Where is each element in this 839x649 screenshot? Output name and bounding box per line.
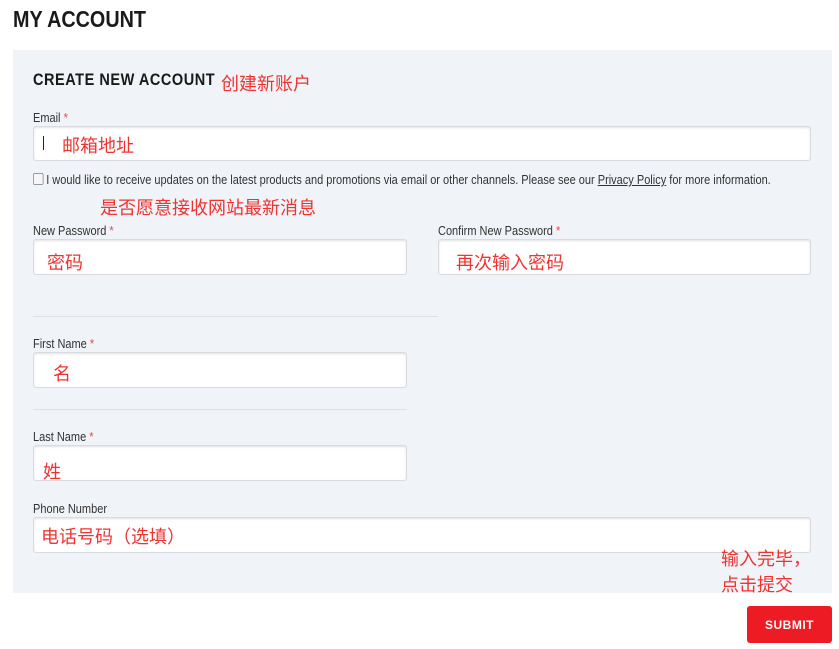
email-label-text: Email [33, 111, 61, 125]
divider [33, 409, 407, 410]
required-mark: * [89, 430, 94, 444]
divider [33, 316, 438, 317]
new-password-annotation: 密码 [47, 253, 83, 274]
new-password-label-text: New Password [33, 224, 107, 238]
required-mark: * [89, 337, 95, 351]
first-name-input[interactable]: 名 [33, 352, 407, 388]
required-mark: * [63, 111, 68, 125]
consent-text-before: I would like to receive updates on the l… [46, 173, 598, 187]
submit-annotation-line1: 输入完毕， [721, 549, 811, 570]
email-input[interactable]: 邮箱地址 [33, 126, 811, 161]
phone-label: Phone Number [33, 502, 107, 516]
consent-text-after: for more information. [666, 173, 771, 187]
text-cursor [43, 136, 44, 150]
confirm-password-annotation: 再次输入密码 [456, 253, 564, 274]
last-name-label-text: Last Name [33, 430, 87, 444]
privacy-policy-link[interactable]: Privacy Policy [598, 173, 666, 187]
newsletter-consent: I would like to receive updates on the l… [33, 173, 793, 188]
new-password-label: New Password * [33, 224, 114, 238]
first-name-annotation: 名 [53, 364, 71, 385]
phone-input[interactable]: 电话号码（选填） [33, 517, 811, 553]
new-password-input[interactable]: 密码 [33, 239, 407, 275]
submit-button[interactable]: SUBMIT [747, 606, 832, 643]
last-name-annotation: 姓 [43, 462, 61, 483]
required-mark: * [109, 224, 114, 238]
section-annotation: 创建新账户 [221, 74, 311, 95]
confirm-password-label: Confirm New Password * [438, 224, 560, 238]
required-mark: * [555, 224, 561, 238]
submit-annotation-line2: 点击提交 [721, 575, 793, 596]
consent-annotation: 是否愿意接收网站最新消息 [100, 198, 316, 219]
email-annotation: 邮箱地址 [62, 136, 134, 157]
section-title: CREATE NEW ACCOUNT [33, 71, 216, 89]
email-label: Email * [33, 111, 68, 125]
first-name-label: First Name * [33, 337, 94, 351]
newsletter-checkbox[interactable] [33, 173, 44, 185]
phone-annotation: 电话号码（选填） [41, 527, 185, 548]
last-name-label: Last Name * [33, 430, 94, 444]
first-name-label-text: First Name [33, 337, 87, 351]
page-title: MY ACCOUNT [13, 6, 146, 32]
phone-label-text: Phone Number [33, 502, 107, 516]
confirm-password-input[interactable]: 再次输入密码 [438, 239, 811, 275]
last-name-input[interactable]: 姓 [33, 445, 407, 483]
confirm-password-label-text: Confirm New Password [438, 224, 553, 238]
